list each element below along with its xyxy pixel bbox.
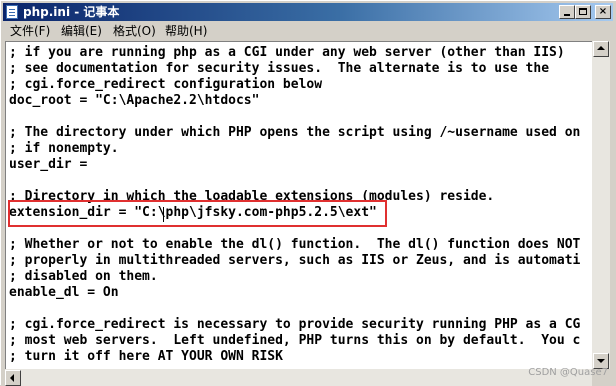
scroll-left-button[interactable] [5, 370, 21, 386]
vertical-scrollbar[interactable] [592, 41, 610, 369]
maximize-button[interactable] [575, 5, 591, 19]
text-line: ; The directory under which PHP opens th… [9, 125, 581, 140]
highlight-box [8, 200, 387, 227]
scroll-up-button[interactable] [593, 41, 609, 57]
text-line: ; most web servers. Left undefined, PHP … [9, 333, 581, 348]
menu-format[interactable]: 格式(O) [111, 24, 158, 39]
text-line: ; if you are running php as a CGI under … [9, 45, 565, 60]
text-line: doc_root = "C:\Apache2.2\htdocs" [9, 93, 260, 108]
text-line: ; see documentation for security issues.… [9, 61, 550, 76]
close-button[interactable]: × [595, 5, 611, 19]
notepad-icon[interactable] [6, 5, 18, 19]
title-bar[interactable]: php.ini - 记事本 × [3, 3, 613, 21]
window-title: php.ini - 记事本 [23, 5, 120, 19]
minimize-button[interactable] [559, 5, 575, 19]
menu-edit[interactable]: 编辑(E) [59, 24, 104, 39]
notepad-window: php.ini - 记事本 × 文件(F) 编辑(E) 格式(O) 帮助(H) … [0, 0, 616, 386]
horizontal-scrollbar[interactable] [5, 369, 592, 386]
text-line: ; turn it off here AT YOUR OWN RISK [9, 349, 283, 364]
watermark: CSDN @Quase7 [528, 367, 608, 378]
text-line: ; cgi.force_redirect is necessary to pro… [9, 317, 581, 332]
text-editor[interactable]: ; if you are running php as a CGI under … [5, 41, 592, 369]
text-cursor [163, 207, 164, 222]
text-line: ; properly in multithreaded servers, suc… [9, 253, 581, 268]
text-line: user_dir = [9, 157, 88, 172]
text-line: ; cgi.force_redirect configuration below [9, 77, 323, 92]
menu-file[interactable]: 文件(F) [8, 24, 52, 39]
text-line: enable_dl = On [9, 285, 119, 300]
text-line: ; Whether or not to enable the dl() func… [9, 237, 581, 252]
text-line: ; disabled on them. [9, 269, 158, 284]
menu-bar: 文件(F) 编辑(E) 格式(O) 帮助(H) [3, 22, 613, 41]
text-line: ; if nonempty. [9, 141, 119, 156]
menu-help[interactable]: 帮助(H) [163, 24, 209, 39]
